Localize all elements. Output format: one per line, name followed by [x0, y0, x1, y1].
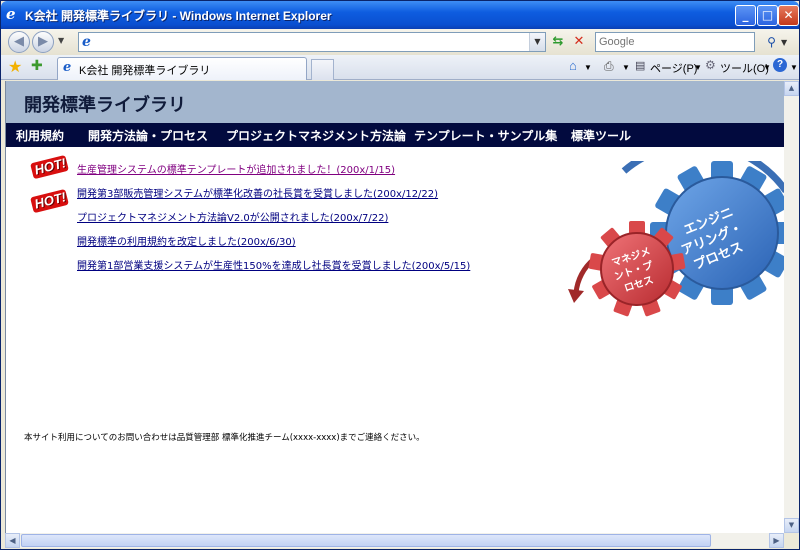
browser-window: e K会社 開発標準ライブラリ - Windows Internet Explo… [0, 0, 800, 550]
vertical-scrollbar[interactable]: ▲ ▼ [784, 81, 799, 533]
menu-item-dev-methodology[interactable]: 開発方法論・プロセス [88, 127, 208, 144]
browser-tab-active[interactable]: e K会社 開発標準ライブラリ [57, 57, 307, 80]
refresh-icon: ⇆ [552, 34, 564, 49]
scroll-up-button[interactable]: ▲ [784, 81, 799, 96]
close-button[interactable]: ✕ [778, 5, 799, 26]
tab-label: K会社 開発標準ライブラリ [79, 65, 211, 77]
tools-menu-dropdown[interactable]: ▼ [763, 63, 771, 72]
news-link[interactable]: 開発第3部販売管理システムが標準化改善の社長賞を受賞しました(200x/12/2… [77, 185, 438, 200]
stop-icon: ✕ [573, 34, 585, 49]
print-icon[interactable]: ⎙ [604, 59, 614, 74]
help-dropdown[interactable]: ▼ [790, 63, 798, 72]
search-icon: ⚲ [767, 35, 776, 49]
recent-pages-dropdown[interactable]: ▼ [58, 36, 64, 45]
hot-badge: HOT! [30, 188, 70, 217]
stop-button[interactable]: ✕ [571, 34, 587, 50]
news-link[interactable]: 開発標準の利用規約を改定しました(200x/6/30) [77, 233, 296, 248]
address-bar[interactable]: e ▼ [78, 32, 546, 52]
minimize-button[interactable]: _ [735, 5, 756, 26]
horizontal-scroll-thumb[interactable] [21, 534, 711, 547]
ie-logo-icon: e [6, 5, 16, 23]
site-title: 開発標準ライブラリ [24, 95, 186, 116]
management-process-gear: マネジメ ント・プ ロセス [588, 221, 686, 317]
scroll-down-button[interactable]: ▼ [784, 518, 799, 533]
forward-button[interactable]: ▶ [32, 31, 54, 53]
process-gears-graphic: エンジニ アリング・ プロセス マネジメ ント・プ ロセス [568, 161, 786, 317]
search-button[interactable]: ⚲ [763, 32, 780, 52]
news-link[interactable]: プロジェクトマネジメント方法論V2.0が公開されました(200x/7/22) [77, 209, 388, 224]
tab-bar: ★ ✚ e K会社 開発標準ライブラリ ⌂ ▼ ⎙ ▼ ▤ ページ(P) ▼ ⚙… [1, 55, 799, 80]
page-menu[interactable]: ページ(P) [650, 60, 697, 76]
help-icon[interactable]: ? [773, 58, 787, 72]
menu-item-templates[interactable]: テンプレート・サンプル集 [414, 127, 557, 144]
footer-contact-text: 本サイト利用についてのお問い合わせは品質管理部 標準化推進チーム(xxxx-xx… [24, 433, 425, 443]
menu-item-terms[interactable]: 利用規約 [16, 127, 64, 144]
gear-icon: ⚙ [705, 58, 716, 72]
window-title: K会社 開発標準ライブラリ - Windows Internet Explore… [25, 9, 332, 23]
page-menu-icon: ▤ [635, 60, 646, 72]
home-dropdown[interactable]: ▼ [584, 63, 592, 72]
maximize-button[interactable]: □ [757, 5, 778, 26]
add-favorites-icon[interactable]: ✚ [31, 58, 43, 74]
favorites-star-icon[interactable]: ★ [8, 57, 22, 76]
title-bar: e K会社 開発標準ライブラリ - Windows Internet Explo… [1, 1, 799, 29]
back-button[interactable]: ◀ [8, 31, 30, 53]
page-icon: e [82, 34, 91, 50]
site-menu: 利用規約 開発方法論・プロセス プロジェクトマネジメント方法論 テンプレート・サ… [6, 123, 785, 147]
refresh-button[interactable]: ⇆ [550, 34, 566, 50]
search-input[interactable] [599, 35, 749, 49]
page-content: 開発標準ライブラリ 利用規約 開発方法論・プロセス プロジェクトマネジメント方法… [5, 81, 786, 533]
search-box[interactable] [595, 32, 755, 52]
menu-item-pm-methodology[interactable]: プロジェクトマネジメント方法論 [226, 127, 406, 144]
search-options-dropdown[interactable]: ▼ [781, 38, 787, 47]
back-arrow-icon: ◀ [14, 34, 24, 49]
navigation-bar: ◀ ▶ ▼ e ▼ ⇆ ✕ ⚲ ▼ [1, 29, 799, 55]
page-menu-dropdown[interactable]: ▼ [694, 63, 702, 72]
news-link[interactable]: 開発第1部営業支援システムが生産性150%を達成し社長賞を受賞しました(200x… [77, 257, 470, 272]
new-tab-button[interactable] [311, 59, 334, 80]
site-banner: 開発標準ライブラリ [6, 81, 785, 123]
address-input[interactable] [99, 35, 519, 49]
tools-menu[interactable]: ツール(O) [720, 60, 769, 76]
scroll-left-button[interactable]: ◀ [5, 533, 20, 548]
address-dropdown-button[interactable]: ▼ [529, 33, 545, 51]
tab-page-icon: e [63, 60, 72, 75]
red-arrowhead [568, 289, 584, 303]
home-icon[interactable]: ⌂ [569, 58, 577, 73]
resize-grip[interactable] [784, 533, 799, 548]
news-link[interactable]: 生産管理システムの標準テンプレートが追加されました！(200x/1/15) [77, 161, 395, 176]
horizontal-scrollbar[interactable]: ◀ ▶ [5, 533, 784, 548]
forward-arrow-icon: ▶ [38, 34, 48, 49]
menu-item-tools[interactable]: 標準ツール [571, 127, 631, 144]
print-dropdown[interactable]: ▼ [622, 63, 630, 72]
scroll-right-button[interactable]: ▶ [769, 533, 784, 548]
hot-badge: HOT! [30, 154, 70, 183]
